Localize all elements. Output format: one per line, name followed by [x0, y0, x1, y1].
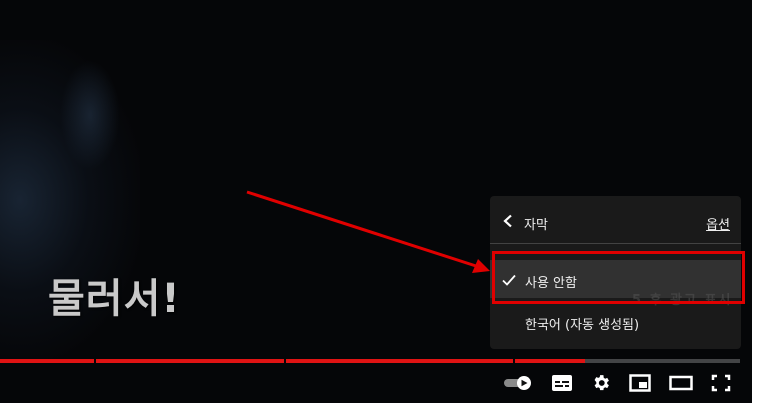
menu-header[interactable]: 자막 옵션 — [490, 196, 741, 244]
chapter-marker — [513, 359, 515, 363]
settings-button[interactable] — [586, 370, 616, 396]
chevron-left-icon[interactable] — [502, 214, 514, 228]
chapter-marker — [284, 359, 286, 363]
miniplayer-button[interactable] — [625, 370, 655, 396]
fullscreen-button[interactable] — [706, 370, 736, 396]
options-link[interactable]: 옵션 — [706, 214, 730, 233]
menu-title: 자막 — [524, 218, 548, 233]
progress-played — [0, 359, 585, 363]
chapter-marker — [94, 359, 96, 363]
fullscreen-icon — [711, 374, 731, 392]
subtitles-icon — [552, 375, 572, 391]
video-frame-highlight — [60, 60, 120, 170]
progress-bar[interactable] — [0, 359, 740, 363]
annotation-highlight-box — [492, 251, 745, 304]
burned-in-subtitle: 물러서! — [48, 276, 181, 322]
settings-gear-icon — [594, 375, 609, 391]
autoplay-toggle[interactable] — [502, 370, 534, 396]
player-controls — [0, 370, 752, 396]
theater-mode-icon — [669, 375, 693, 391]
subtitles-button[interactable] — [547, 370, 577, 396]
autoplay-toggle-icon — [504, 376, 531, 390]
menu-item-label: 한국어 (자동 생성됨) — [525, 318, 640, 333]
miniplayer-icon — [629, 374, 651, 392]
theater-mode-button[interactable] — [666, 370, 696, 396]
